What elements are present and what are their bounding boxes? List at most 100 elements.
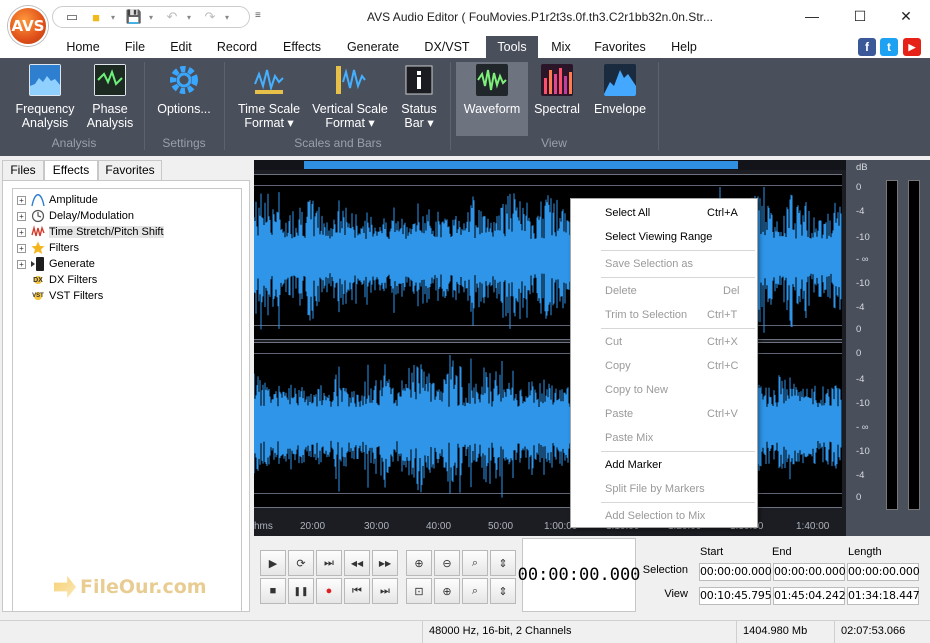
transport-controls: ▶ ⟳ ⏭ ◀◀ ▶▶ ■ ❚❚ ● ⏮ ⏭ ⊕ ⊖ ⌕ ⇕ ⊡ ⊕ ⌕ ⇕	[254, 538, 522, 612]
tab-generate[interactable]: Generate	[340, 36, 406, 58]
status-bar-button[interactable]: Status Bar ▾	[398, 64, 440, 130]
undo-dropdown-icon[interactable]: ▾	[187, 13, 195, 22]
view-end-field[interactable]: 01:45:04.242	[773, 587, 846, 605]
options-button[interactable]: Options...	[154, 64, 214, 116]
expand-icon[interactable]: +	[17, 227, 26, 237]
tab-help[interactable]: Help	[664, 36, 704, 58]
menu-item-cut[interactable]: Cut Ctrl+X	[571, 330, 757, 354]
zoom-100-button[interactable]: ⌕	[462, 550, 488, 576]
vertical-zoom-in-button[interactable]: ⇕	[490, 550, 516, 576]
vertical-scale-format-button[interactable]: Vertical Scale Format ▾	[310, 64, 390, 130]
minimize-icon[interactable]: —	[792, 4, 832, 28]
menu-item-add-selection-to-mix[interactable]: Add Selection to Mix	[571, 504, 757, 528]
envelope-view-button[interactable]: Envelope	[590, 64, 650, 116]
open-dropdown-icon[interactable]: ▾	[111, 13, 119, 22]
vertical-zoom-out-button[interactable]: ⇕	[490, 578, 516, 604]
undo-icon[interactable]: ↶	[163, 9, 181, 25]
tree-item-generate[interactable]: + Generate	[17, 256, 95, 272]
menu-item-add-marker[interactable]: Add Marker	[571, 453, 757, 477]
overview-scrollbar[interactable]	[254, 160, 846, 170]
menu-item-delete[interactable]: Delete Del	[571, 279, 757, 303]
tab-favorites[interactable]: Favorites	[588, 36, 652, 58]
open-folder-icon[interactable]: ■	[87, 9, 105, 25]
pause-button[interactable]: ❚❚	[288, 578, 314, 604]
play-button[interactable]: ▶	[260, 550, 286, 576]
timeline-label: 50:00	[488, 521, 514, 532]
zoom-out-button[interactable]: ⊖	[434, 550, 460, 576]
view-start-field[interactable]: 00:10:45.795	[699, 587, 772, 605]
db-label: -4	[856, 374, 865, 385]
phase-analysis-button[interactable]: Phase Analysis	[86, 64, 134, 130]
selection-end-field[interactable]: 00:00:00.000	[773, 563, 846, 581]
expand-icon[interactable]: +	[17, 259, 26, 269]
tab-file[interactable]: File	[116, 36, 154, 58]
stop-button[interactable]: ■	[260, 578, 286, 604]
overview-scroll-thumb[interactable]	[304, 161, 738, 169]
tree-item-vst-filters[interactable]: VST VST Filters	[17, 288, 103, 304]
redo-dropdown-icon[interactable]: ▾	[225, 13, 233, 22]
save-icon[interactable]: 💾	[125, 9, 143, 25]
menu-item-save-selection-as[interactable]: Save Selection as	[571, 252, 757, 276]
time-scale-format-button[interactable]: Time Scale Format ▾	[236, 64, 302, 130]
record-button[interactable]: ●	[316, 578, 342, 604]
zoom-in-button[interactable]: ⊕	[406, 550, 432, 576]
tree-item-delay-modulation[interactable]: + Delay/Modulation	[17, 208, 134, 224]
play-to-end-button[interactable]: ⏭	[316, 550, 342, 576]
rewind-button[interactable]: ◀◀	[344, 550, 370, 576]
view-length-field[interactable]: 01:34:18.447	[847, 587, 920, 605]
fast-forward-button[interactable]: ▶▶	[372, 550, 398, 576]
expand-icon[interactable]: +	[17, 211, 26, 221]
tab-effects-panel[interactable]: Effects	[44, 160, 98, 181]
tab-files[interactable]: Files	[2, 160, 44, 180]
frequency-analysis-icon	[29, 64, 61, 96]
tab-record[interactable]: Record	[210, 36, 264, 58]
frequency-analysis-button[interactable]: Frequency Analysis	[12, 64, 78, 130]
youtube-icon[interactable]: ▶	[903, 38, 921, 56]
current-time-display: 00:00:00.000	[518, 538, 640, 612]
app-logo-icon[interactable]: AVS	[8, 6, 48, 46]
menu-item-select-all[interactable]: Select All Ctrl+A	[571, 201, 757, 225]
menu-item-paste-mix[interactable]: Paste Mix	[571, 426, 757, 450]
go-to-start-button[interactable]: ⏮	[344, 578, 370, 604]
twitter-icon[interactable]: t	[880, 38, 898, 56]
go-to-end-button[interactable]: ⏭	[372, 578, 398, 604]
new-file-icon[interactable]: ▭	[63, 9, 81, 25]
tree-item-filters[interactable]: + Filters	[17, 240, 79, 256]
tab-dx-vst[interactable]: DX/VST	[416, 36, 478, 58]
tab-mix[interactable]: Mix	[544, 36, 578, 58]
record-icon: ●	[325, 585, 333, 597]
zoom-fit-button[interactable]: ⌕	[462, 578, 488, 604]
menu-item-select-viewing-range[interactable]: Select Viewing Range	[571, 225, 757, 249]
tab-home[interactable]: Home	[58, 36, 108, 58]
timeline-label: 40:00	[426, 521, 452, 532]
zoom-all-button[interactable]: ⊕	[434, 578, 460, 604]
zoom-selection-button[interactable]: ⊡	[406, 578, 432, 604]
maximize-icon[interactable]: ☐	[840, 4, 880, 28]
pitch-icon	[31, 225, 45, 237]
menu-item-trim-to-selection[interactable]: Trim to Selection Ctrl+T	[571, 303, 757, 327]
selection-start-field[interactable]: 00:00:00.000	[699, 563, 772, 581]
timeline-label: 20:00	[300, 521, 326, 532]
menu-item-copy-to-new[interactable]: Copy to New	[571, 378, 757, 402]
selection-length-field[interactable]: 00:00:00.000	[847, 563, 920, 581]
tree-item-amplitude[interactable]: + Amplitude	[17, 192, 98, 208]
loop-button[interactable]: ⟳	[288, 550, 314, 576]
expand-icon[interactable]: +	[17, 243, 26, 253]
menu-item-paste[interactable]: Paste Ctrl+V	[571, 402, 757, 426]
spectral-view-button[interactable]: Spectral	[532, 64, 582, 116]
gear-icon	[170, 66, 198, 94]
tree-item-dx-filters[interactable]: DX DX Filters	[17, 272, 97, 288]
tab-edit[interactable]: Edit	[162, 36, 200, 58]
menu-item-copy[interactable]: Copy Ctrl+C	[571, 354, 757, 378]
redo-icon[interactable]: ↷	[201, 9, 219, 25]
facebook-icon[interactable]: f	[858, 38, 876, 56]
tab-tools[interactable]: Tools	[486, 36, 538, 58]
tab-favorites-panel[interactable]: Favorites	[98, 160, 162, 180]
tree-item-time-stretch-pitch-shift[interactable]: + Time Stretch/Pitch Shift	[17, 224, 164, 240]
menu-item-split-file-by-markers[interactable]: Split File by Markers	[571, 477, 757, 501]
save-dropdown-icon[interactable]: ▾	[149, 13, 157, 22]
close-icon[interactable]: ✕	[886, 4, 926, 28]
tab-effects[interactable]: Effects	[274, 36, 330, 58]
expand-icon[interactable]: +	[17, 195, 26, 205]
waveform-view-button[interactable]: Waveform	[456, 62, 528, 136]
